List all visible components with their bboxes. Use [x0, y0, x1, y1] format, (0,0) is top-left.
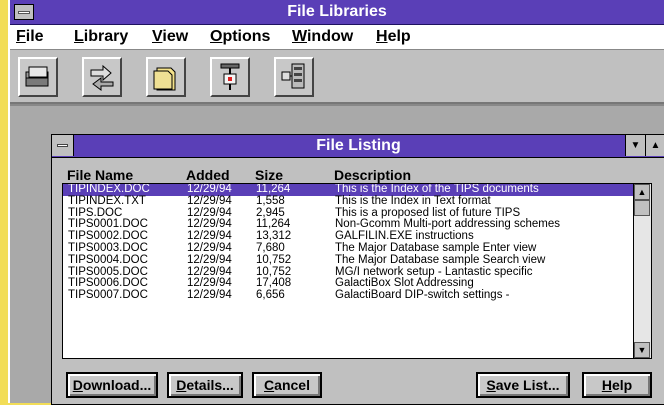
menu-help[interactable]: Help	[376, 28, 411, 46]
menu-view[interactable]: View	[152, 28, 188, 46]
card-file-icon	[25, 66, 49, 87]
table-row[interactable]: TIPS0004.DOC 12/29/94 10,752 The Major Data…	[63, 254, 651, 267]
window-title: File Libraries	[287, 3, 387, 20]
swap-icon	[90, 64, 114, 91]
maximize-button[interactable]: ▲	[645, 135, 664, 156]
scroll-thumb[interactable]	[634, 200, 650, 216]
vertical-scrollbar[interactable]: ▲ ▼	[633, 184, 651, 358]
table-row[interactable]: TIPS0007.DOC 12/29/94 6,656 GalactiBoard DI…	[63, 289, 651, 302]
menu-library[interactable]: Library	[74, 28, 128, 46]
download-button[interactable]: Download...	[66, 372, 158, 398]
connector-icon	[220, 63, 240, 90]
col-header-added: Added	[186, 167, 230, 183]
main-window: File Libraries File Library View Options…	[8, 0, 664, 405]
network-button[interactable]	[274, 57, 314, 97]
col-header-description: Description	[334, 167, 412, 183]
details-button[interactable]: Details...	[167, 372, 243, 398]
card-file-button[interactable]	[18, 57, 58, 97]
help-button[interactable]: Help	[582, 372, 652, 398]
folder-stack-button[interactable]	[146, 57, 186, 97]
col-header-size: Size	[255, 167, 284, 183]
menu-bar: File Library View Options Window Help	[10, 25, 664, 50]
swap-button[interactable]	[82, 57, 122, 97]
mdi-workspace: File Listing ▼ ▲ File Name Added Size De…	[10, 104, 664, 405]
col-header-filename: File Name	[67, 167, 134, 183]
file-listing-titlebar[interactable]: File Listing ▼ ▲	[52, 135, 664, 158]
toolbar	[10, 50, 664, 104]
folder-stack-icon	[153, 67, 176, 91]
save-list-button[interactable]: Save List...	[476, 372, 570, 398]
table-row[interactable]: TIPS0003.DOC 12/29/94 7,680 The Major Datab…	[63, 242, 651, 255]
title-bar[interactable]: File Libraries	[10, 0, 664, 25]
file-listing-window: File Listing ▼ ▲ File Name Added Size De…	[51, 134, 664, 405]
menu-window[interactable]: Window	[292, 28, 353, 46]
file-listing-title: File Listing	[316, 137, 401, 154]
minimize-button[interactable]: ▼	[625, 135, 645, 156]
cancel-button[interactable]: Cancel	[252, 372, 322, 398]
network-icon	[281, 63, 305, 89]
scroll-down-button[interactable]: ▼	[634, 342, 650, 358]
scroll-up-button[interactable]: ▲	[634, 184, 650, 200]
menu-options[interactable]: Options	[210, 28, 270, 46]
table-row[interactable]: TIPINDEX.TXT 12/29/94 1,558 This is the Ind…	[63, 195, 651, 208]
menu-file[interactable]: File	[16, 28, 44, 46]
connector-button[interactable]	[210, 57, 250, 97]
file-list[interactable]: TIPINDEX.DOC 12/29/94 11,264 This is the In…	[62, 183, 652, 359]
